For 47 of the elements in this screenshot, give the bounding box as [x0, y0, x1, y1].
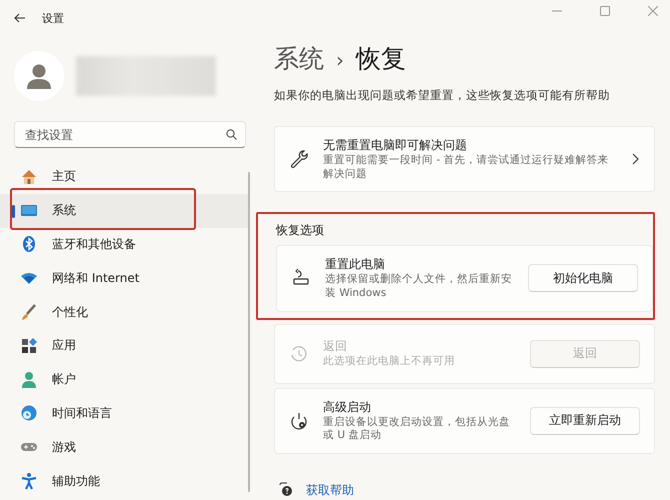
maximize-icon[interactable] — [600, 6, 610, 16]
page-title: 恢复 — [356, 43, 406, 75]
selection-indicator — [12, 204, 15, 218]
page-description: 如果你的电脑出现问题或希望重置，这些恢复选项可能有所帮助 — [273, 88, 611, 103]
card-title: 高级启动 — [323, 398, 372, 416]
chevron-right-icon — [632, 153, 640, 166]
card-description: 重启设备以更改启动设置，包括从光盘或 U 盘启动 — [323, 416, 511, 443]
nav-item[interactable]: 时间和语言 — [0, 396, 248, 430]
card-description: 选择保留或删除个人文件，然后重新安装 Windows — [325, 273, 513, 301]
person-silhouette-icon — [26, 63, 52, 89]
search-field[interactable]: 查找设置 — [14, 121, 246, 148]
search-icon — [226, 129, 237, 140]
nav-item[interactable]: 主页 — [0, 160, 248, 194]
person-icon — [20, 370, 38, 389]
history-clock-icon — [289, 344, 309, 364]
card-title: 重置此电脑 — [325, 256, 386, 273]
action-button[interactable]: 初始化电脑 — [528, 264, 638, 292]
nav-item[interactable]: 个性化 — [0, 295, 248, 329]
window-title: 设置 — [42, 10, 64, 26]
globe-clock-icon — [20, 404, 38, 422]
nav-item[interactable]: 蓝牙和其他设备 — [0, 228, 248, 262]
back-arrow-icon[interactable] — [14, 13, 26, 23]
nav-item[interactable]: 系统 — [0, 194, 248, 228]
apps-icon — [20, 336, 38, 355]
power-gear-icon — [289, 410, 309, 431]
home-icon — [20, 168, 38, 186]
paintbrush-icon — [20, 303, 38, 322]
scrollbar[interactable] — [248, 172, 250, 492]
nav-item[interactable]: 游戏 — [0, 430, 248, 464]
breadcrumb-separator: › — [336, 48, 344, 72]
settings-card[interactable]: 无需重置电脑即可解决问题 重置可能需要一段时间 - 首先，请尝试通过运行疑难解答来解决问题 — [274, 126, 655, 192]
bluetooth-icon — [20, 235, 38, 254]
breadcrumb-link[interactable]: 系统 — [274, 42, 324, 75]
wrench-icon — [289, 149, 309, 170]
help-link[interactable]: 获取帮助 — [306, 482, 354, 499]
card-description: 此选项在此电脑上不再可用 — [323, 355, 456, 369]
close-icon[interactable] — [648, 6, 658, 16]
section-heading: 恢复选项 — [274, 222, 325, 240]
nav-item[interactable]: 辅助功能 — [0, 464, 248, 498]
card-title: 无需重置电脑即可解决问题 — [323, 137, 468, 154]
nav-item[interactable]: 网络和 Internet — [0, 261, 248, 296]
action-button[interactable]: 立即重新启动 — [530, 406, 640, 435]
nav-item[interactable]: 应用 — [0, 328, 248, 363]
accessibility-figure-icon — [20, 472, 38, 490]
card-description: 重置可能需要一段时间 - 首先，请尝试通过运行疑难解答来解决问题 — [323, 154, 610, 182]
card-title: 返回 — [323, 338, 348, 355]
nav-item[interactable]: 帐户 — [0, 362, 248, 397]
